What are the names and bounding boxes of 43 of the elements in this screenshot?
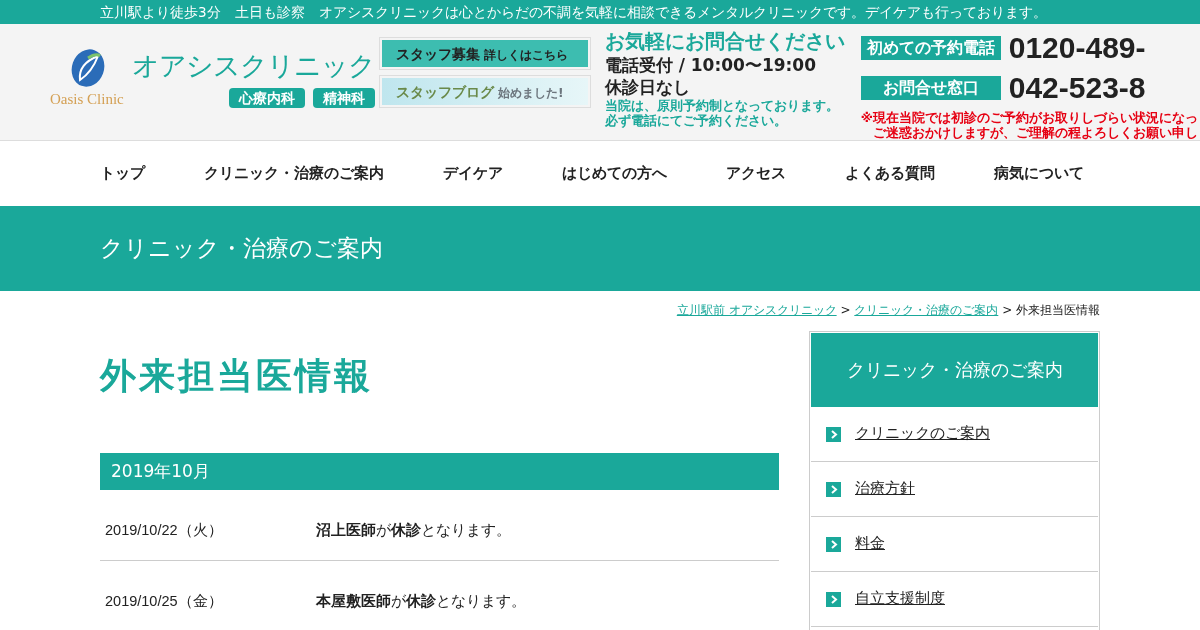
warning-note: ご迷惑おかけしますが、ご理解の程よろしくお願い申し [871,125,1198,140]
leaf-logo-icon [70,48,106,88]
phone-number: 042-523-8 [1008,70,1146,106]
department-tag: 精神科 [312,88,375,108]
phone-hours: 電話受付 / 10:00〜19:00 [604,54,818,76]
sidebar-title: クリニック・治療のご案内 [811,333,1098,407]
nav-link[interactable]: はじめての方へ [562,162,667,185]
phone-label: 初めての予約電話 [860,36,1001,60]
nav-link[interactable]: よくある質問 [845,162,935,185]
nav-link[interactable]: アクセス [726,162,786,185]
nav-link[interactable]: クリニック・治療のご案内 [204,162,384,185]
logo-name: オアシスクリニック [131,49,375,83]
banner-link[interactable]: スタッフブログ 始めました! [378,75,591,108]
reservation-note: 当院は、原則予約制となっております。 [604,98,840,113]
banner-link[interactable]: スタッフ募集 詳しくはこちら [378,37,591,70]
reservation-note: 必ず電話にてご予約ください。 [604,113,788,128]
department-tag: 心療内科 [228,88,305,108]
chevron-right-icon [826,426,841,442]
contact-heading: お気軽にお問合せください [604,28,846,54]
top-bar-text: 立川駅より徒歩3分 土日も診察 オアシスクリニックは心とからだの不調を気軽に相談できるメンタルクリニックです。デイケアも行っております。 [100,4,1047,20]
schedule-note: 本屋敷医師が休診となります。 [316,591,526,611]
logo-subtitle: Oasis Clinic [50,90,124,109]
schedule-note: 沼上医師が休診となります。 [316,521,511,540]
sidebar-link[interactable]: 治療方針 [855,478,915,500]
nav-link[interactable]: トップ [100,162,145,185]
breadcrumb: 立川駅前 オアシスクリニック > クリニック・治療のご案内 > 外来担当医情報 [676,303,1100,317]
page-title: クリニック・治療のご案内 [100,235,383,261]
page-heading: 外来担当医情報 [100,355,373,396]
schedule-date: 2019/10/22（火） [105,521,224,540]
chevron-right-icon [826,591,841,607]
sidebar-link[interactable]: クリニックのご案内 [855,423,990,445]
nav-link[interactable]: デイケア [443,162,503,185]
closed-days: 休診日なし [604,76,861,98]
sidebar-link[interactable]: 料金 [855,533,885,555]
schedule-date: 2019/10/25（金） [105,591,224,611]
chevron-right-icon [826,481,841,497]
chevron-right-icon [826,536,841,552]
sidebar-link[interactable]: 自立支援制度 [855,588,945,610]
phone-label: お問合せ窓口 [860,76,1001,100]
warning-note: ※現在当院では初診のご予約がお取りしづらい状況になっ [860,110,1198,125]
nav-link[interactable]: 病気について [994,162,1084,185]
month-heading: 2019年10月 [100,453,779,490]
phone-number: 0120-489- [1008,30,1146,66]
